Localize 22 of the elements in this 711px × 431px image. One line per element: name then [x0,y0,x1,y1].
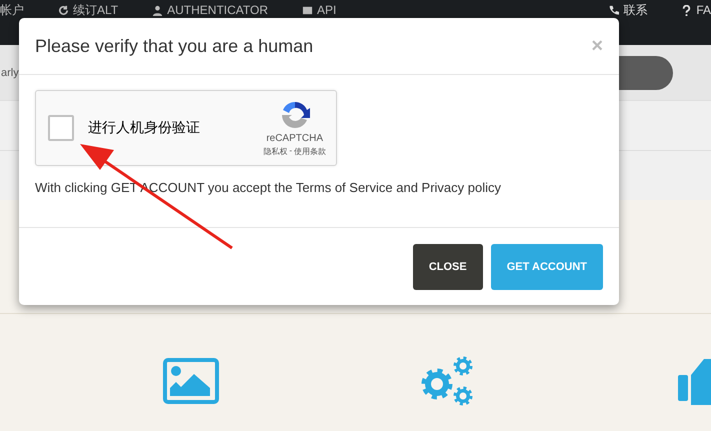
document-icon [302,5,314,16]
nav-link[interactable]: FA [681,4,711,17]
person-icon [152,5,164,16]
search-text: arly [1,66,19,78]
captcha-checkbox[interactable] [48,115,74,141]
help-icon [681,5,692,16]
nav-link[interactable]: 联系 [608,4,648,17]
terms-link[interactable]: 使用条款 [294,146,326,157]
image-icon [163,358,219,404]
phone-icon [608,5,620,16]
dialog-title: Please verify that you are a human [35,36,314,56]
close-button[interactable]: CLOSE [412,244,483,290]
refresh-icon [58,5,69,16]
thumbs-up-icon [678,357,711,405]
nav-link[interactable]: 帐户 [0,4,24,17]
captcha-label: 进行人机身份验证 [88,119,201,137]
privacy-link[interactable]: 隐私权 [263,146,288,157]
nav-link[interactable]: 续订ALT [58,4,118,17]
nav-link[interactable]: API [302,4,336,17]
nav-link[interactable]: AUTHENTICATOR [152,4,268,17]
recaptcha-brand: reCAPTCHA [266,133,323,144]
link-separator: - [289,146,292,157]
